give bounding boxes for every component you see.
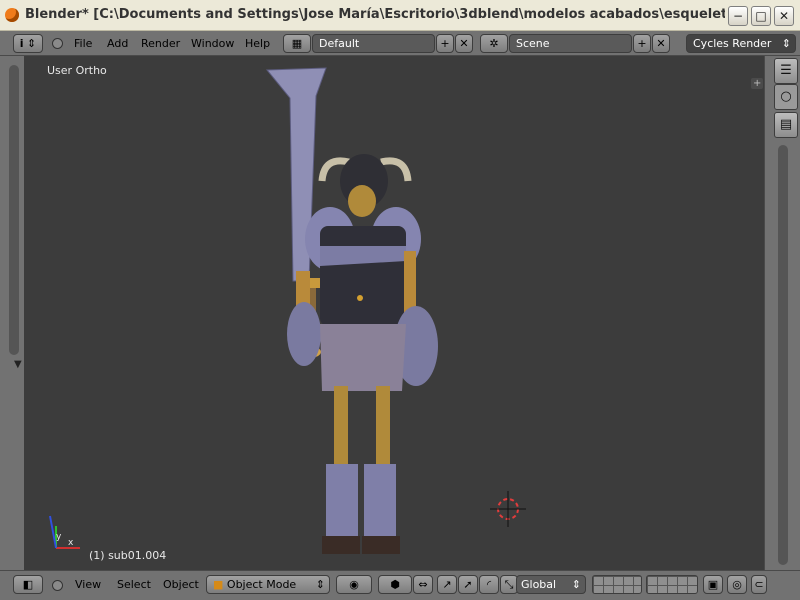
- menu-object[interactable]: Object: [163, 578, 199, 592]
- menu-add[interactable]: Add: [107, 36, 128, 52]
- proportional-edit-button[interactable]: ◎: [727, 575, 747, 594]
- properties-expand-icon[interactable]: +: [751, 78, 764, 89]
- render-engine-label: Cycles Render: [693, 37, 772, 50]
- menu-view[interactable]: View: [75, 578, 101, 592]
- scene-icon: ✲: [489, 37, 499, 50]
- pivot-icon: ⬢: [390, 578, 400, 591]
- mode-dropdown-arrows-icon: ⇕: [315, 578, 325, 591]
- delete-scene-button[interactable]: ✕: [652, 34, 670, 53]
- manipulator-toggle[interactable]: ⇔: [413, 575, 433, 594]
- lock-icon: ▣: [707, 578, 719, 591]
- info-icon: i: [19, 37, 24, 50]
- add-scene-button[interactable]: +: [633, 34, 651, 53]
- close-button[interactable]: ✕: [774, 6, 794, 26]
- proportional-icon: ◎: [732, 578, 742, 591]
- cube-icon: ◧: [22, 578, 34, 591]
- viewport-shading-dropdown[interactable]: ◉: [336, 575, 372, 594]
- armor-skirt: [320, 324, 406, 391]
- screen-layout-field[interactable]: Default: [312, 34, 435, 53]
- layer-buttons-right[interactable]: [646, 575, 698, 594]
- belt-buckle: [357, 295, 363, 301]
- right-scrollbar[interactable]: [778, 145, 788, 565]
- scene-field[interactable]: Scene: [509, 34, 632, 53]
- toolshelf-arrow-icon[interactable]: ▼: [14, 359, 22, 370]
- menu-help[interactable]: Help: [245, 36, 270, 52]
- info-header: i ⇕ File Add Render Window Help ▦ Defaul…: [0, 31, 800, 56]
- manipulator-icon: ⇔: [418, 578, 428, 591]
- translate-manipulator-button[interactable]: ↗: [437, 575, 457, 594]
- delete-screen-button[interactable]: ✕: [455, 34, 473, 53]
- menu-file[interactable]: File: [74, 36, 92, 52]
- window-titlebar: Blender* [C:\Documents and Settings\Jose…: [0, 0, 800, 31]
- magnet-icon: ⊂: [754, 578, 764, 591]
- left-leg: [334, 386, 348, 471]
- rotate-icon: ◜: [486, 578, 492, 591]
- active-object-label: (1) sub01.004: [89, 549, 167, 562]
- editor-type-3dview-button[interactable]: ◧: [13, 575, 43, 594]
- skull: [348, 185, 376, 217]
- collapse-menus-icon-bottom[interactable]: [52, 580, 63, 591]
- minimize-button[interactable]: −: [728, 6, 748, 26]
- layer-buttons-left[interactable]: [592, 575, 642, 594]
- skeleton-model[interactable]: [24, 56, 764, 570]
- editor-type-button[interactable]: i ⇕: [13, 34, 43, 53]
- maximize-button[interactable]: □: [751, 6, 771, 26]
- layout-icon: ▦: [291, 37, 303, 50]
- 3d-cursor: [490, 491, 526, 527]
- transform-orientation-dropdown[interactable]: Global ⇕: [516, 575, 586, 594]
- left-foot: [322, 536, 360, 554]
- lock-layers-button[interactable]: ▣: [703, 575, 723, 594]
- torso-armor: [320, 226, 406, 326]
- add-screen-button[interactable]: +: [436, 34, 454, 53]
- menu-window[interactable]: Window: [191, 36, 234, 52]
- collapse-menus-icon[interactable]: [52, 38, 63, 49]
- outliner-view-icon[interactable]: ○: [774, 84, 798, 110]
- scene-browse-button[interactable]: ✲: [480, 34, 508, 53]
- shading-icon: ◉: [349, 578, 359, 591]
- 3d-view-header: ◧ View Select Object ■ Object Mode ⇕ ◉ ⬢…: [0, 570, 800, 600]
- object-mode-icon: ■: [213, 578, 224, 591]
- arrow-icon: ➚: [463, 578, 473, 591]
- axis-y-label: y: [56, 532, 62, 542]
- blender-logo-icon: [5, 8, 19, 22]
- mode-dropdown[interactable]: ■ Object Mode ⇕: [206, 575, 330, 594]
- pivot-point-dropdown[interactable]: ⬢: [378, 575, 412, 594]
- window-title: Blender* [C:\Documents and Settings\Jose…: [25, 7, 725, 22]
- move-manipulator-button[interactable]: ➚: [458, 575, 478, 594]
- axis-x-label: x: [68, 538, 74, 548]
- right-leg: [376, 386, 390, 471]
- orientation-label: Global: [521, 578, 557, 591]
- menu-select[interactable]: Select: [117, 578, 151, 592]
- mode-label: Object Mode: [226, 578, 297, 591]
- orientation-dropdown-arrows-icon: ⇕: [571, 578, 581, 591]
- render-engine-dropdown[interactable]: Cycles Render ⇕: [686, 34, 796, 53]
- right-foot: [362, 536, 400, 554]
- menu-render[interactable]: Render: [141, 36, 180, 52]
- properties-icon[interactable]: ▤: [774, 112, 798, 138]
- axis-gizmo: [49, 515, 80, 549]
- scale-icon: ⤡: [504, 578, 514, 591]
- snap-button[interactable]: ⊂: [751, 575, 767, 594]
- left-gauntlet: [287, 302, 321, 366]
- dropdown-arrows-icon: ⇕: [781, 37, 791, 50]
- left-scrollbar[interactable]: [9, 65, 19, 355]
- rotate-manipulator-button[interactable]: ◜: [479, 575, 499, 594]
- outliner-icon[interactable]: ☰: [774, 58, 798, 84]
- screen-layout-browse-button[interactable]: ▦: [283, 34, 311, 53]
- translate-icon: ↗: [442, 578, 452, 591]
- 3d-viewport[interactable]: User Ortho y x (1) sub01.004 +: [24, 56, 764, 570]
